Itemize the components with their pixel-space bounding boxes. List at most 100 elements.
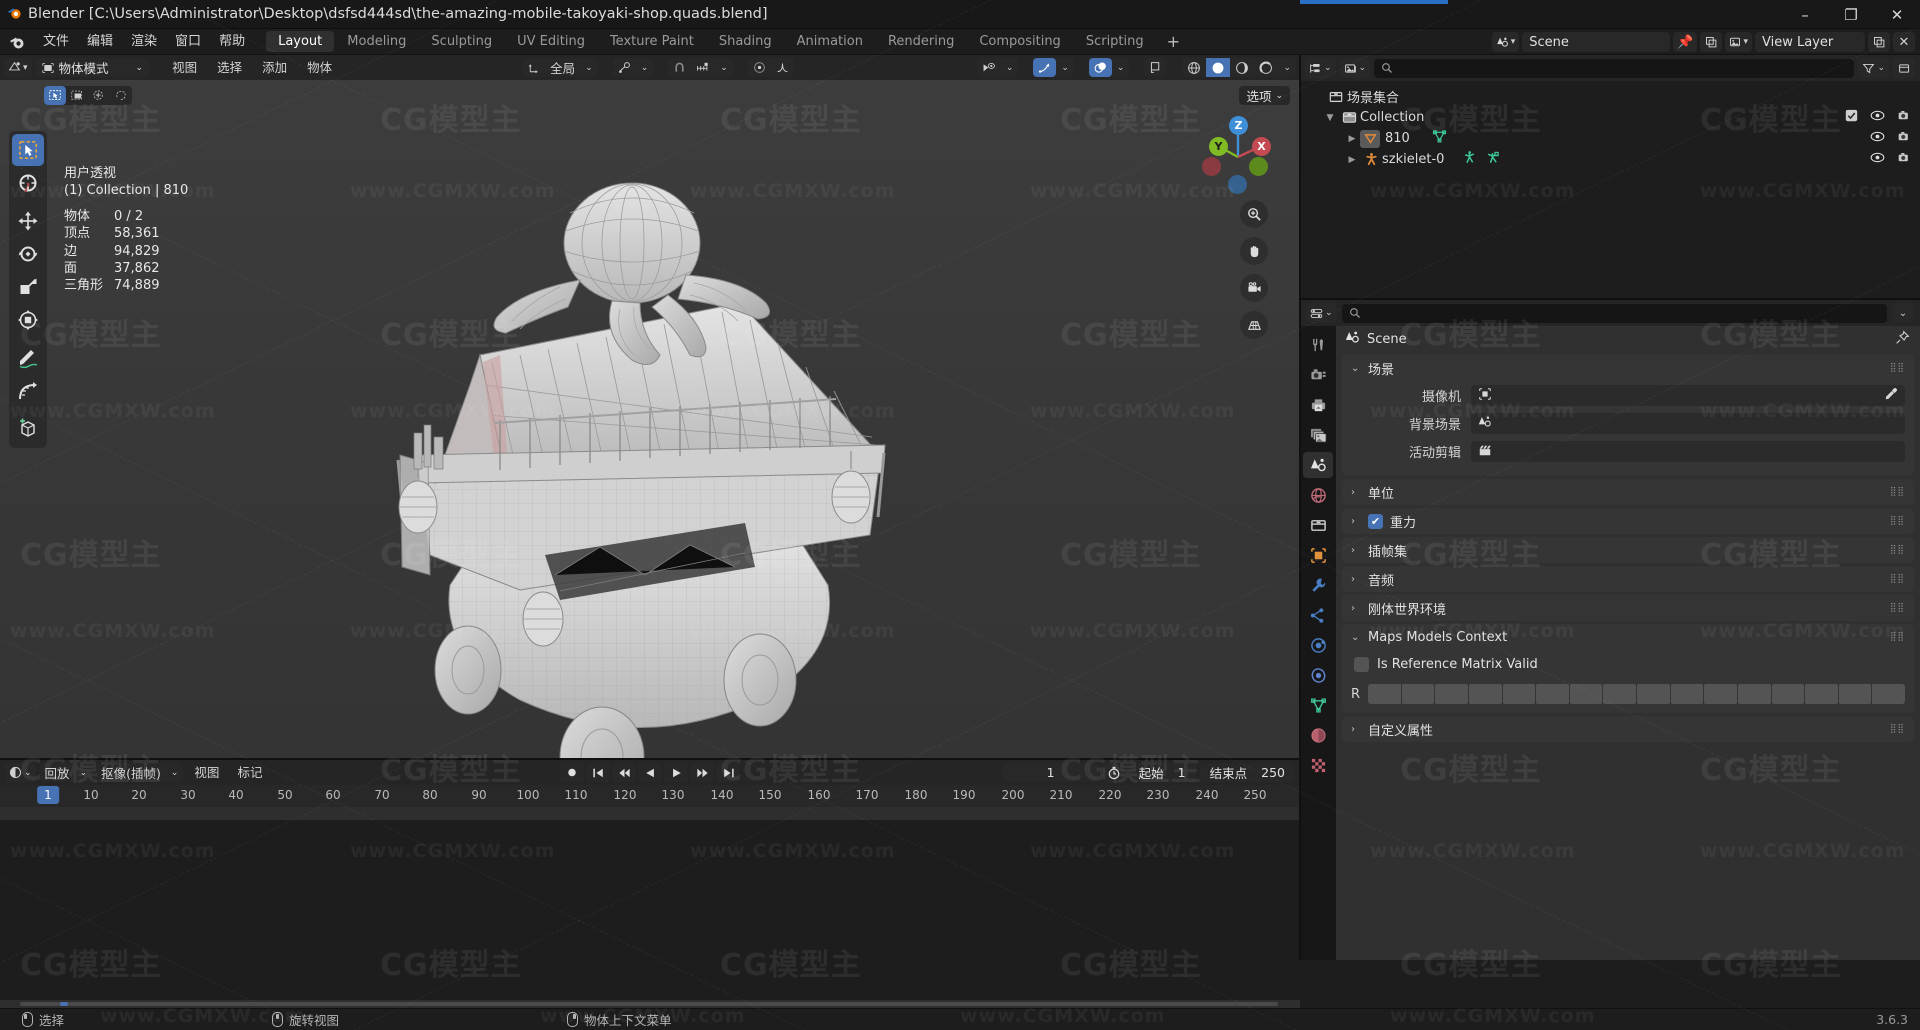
properties-tab-column[interactable] [1300,326,1336,960]
visibility-icon[interactable] [977,58,1001,77]
matrix-cell[interactable] [1838,684,1872,704]
matrix-cell[interactable] [1401,684,1435,704]
viewport-nav-buttons[interactable] [1240,200,1268,339]
texture-tab[interactable] [1303,752,1333,778]
overlays-group[interactable]: ⌄ [1088,58,1130,77]
panel-grip[interactable]: ⣿⣿ [1890,545,1905,554]
timeline-menu-view[interactable]: 视图 [187,763,226,782]
matrix-cell[interactable] [1435,684,1468,704]
eye-visibility-icon[interactable] [1870,151,1885,168]
gizmo-axis-neg-y[interactable] [1249,157,1268,176]
snapping-pivot-icon[interactable] [613,58,636,77]
field-camera[interactable]: 摄像机 [1351,383,1905,408]
outliner-row-810[interactable]: ▶ 810 [1300,128,1920,149]
reference-matrix-cells[interactable] [1368,684,1905,704]
is-reference-matrix-valid-checkbox[interactable] [1354,656,1369,672]
transform-tool[interactable] [12,304,44,336]
timeline-menu-marker[interactable]: 标记 [230,763,269,782]
collection-tab[interactable] [1303,512,1333,538]
panel-grip[interactable]: ⣿⣿ [1890,603,1905,612]
magnet-group[interactable]: ⌄ [668,58,733,77]
camera-view-icon[interactable] [1240,274,1268,302]
matrix-cell[interactable] [1468,684,1502,704]
outliner-editor[interactable]: ⌄ ⌄ ⌄ 场景集合 ▼ Collection ▶ 810 ▶ szkielet… [1300,55,1920,300]
panel-grip[interactable]: ⣿⣿ [1890,724,1905,733]
chevron-right-icon[interactable]: › [1351,516,1361,527]
lasso-select-icon[interactable] [110,86,132,105]
outliner-new-collection-icon[interactable] [1893,58,1915,78]
gizmo-axis-x[interactable]: X [1252,137,1271,156]
chevron-right-icon[interactable]: › [1351,724,1361,735]
background-scene-field-control[interactable] [1471,413,1905,434]
panel-scene[interactable]: ⌄ 场景 ⣿⣿ 摄像机 背景场景 活动剪辑 [1342,355,1914,476]
outliner-szkielet-toggles[interactable] [1870,151,1912,168]
rotate-tool[interactable] [12,238,44,270]
overlays-icon[interactable] [1088,58,1112,77]
next-keyframe-button[interactable] [690,763,714,782]
panel-grip[interactable]: ⣿⣿ [1890,487,1905,496]
keying-dropdown[interactable]: 抠像(插帧) ⌄ [96,763,184,782]
armature-data-icon[interactable] [1485,150,1500,169]
timeline-ruler[interactable]: 1 10 20 30 40 50 60 70 80 90 100 110 120… [0,785,1300,807]
gizmo-axis-neg-x[interactable] [1202,157,1221,176]
timeline-horizontal-scrollbar[interactable] [0,1000,1300,1008]
panel-rigid-body-world[interactable]: › 刚体世界环境 ⣿⣿ [1342,595,1914,621]
view-layer-name-field[interactable]: View Layer [1755,32,1865,52]
pin-scene-icon[interactable]: 📌 [1673,32,1698,52]
playhead[interactable]: 1 [37,786,59,804]
panel-gravity[interactable]: › ✔ 重力 ⣿⣿ [1342,508,1914,534]
panel-scene-body[interactable]: 摄像机 背景场景 活动剪辑 [1342,381,1914,476]
pose-icon[interactable] [1462,150,1477,169]
matrix-cell[interactable] [1771,684,1805,704]
viewport-menu-select[interactable]: 选择 [209,58,250,77]
active-clip-field-control[interactable] [1471,441,1905,462]
3d-viewport[interactable]: ▾ 物体模式 ⌄ 视图 选择 添加 物体 全局 ⌄ ⌄ ⌄ ⌄ ⌄ ⌄ ⌄ 用户… [0,55,1300,760]
new-scene-icon[interactable] [1700,32,1723,52]
cursor-tool[interactable] [12,167,44,199]
is-reference-matrix-valid-row[interactable]: Is Reference Matrix Valid [1351,652,1905,676]
menu-help[interactable]: 帮助 [210,29,254,55]
mesh-triangle-icon[interactable] [1432,129,1447,148]
hand-pan-icon[interactable] [1240,237,1268,265]
panel-maps-models-context-body[interactable]: Is Reference Matrix Valid R [1342,650,1914,713]
start-frame-value[interactable]: 1 [1178,765,1186,780]
matrix-cell[interactable] [1704,684,1737,704]
jump-to-end-button[interactable] [716,763,740,782]
proportional-edit-icon[interactable] [748,58,771,77]
panel-audio[interactable]: › 音频 ⣿⣿ [1342,566,1914,592]
gravity-checkbox[interactable]: ✔ [1368,513,1383,529]
xray-icon[interactable] [1144,58,1167,77]
camera-render-visibility-icon[interactable] [1897,151,1912,168]
select-mode-strip[interactable] [44,86,132,105]
panel-units[interactable]: › 单位 ⣿⣿ [1342,479,1914,505]
panel-maps-models-context-header[interactable]: ⌄ Maps Models Context ⣿⣿ [1342,624,1914,650]
add-workspace-button[interactable]: + [1157,31,1190,52]
snap-to-icon[interactable] [691,58,715,77]
frame-range-field[interactable]: 起始 1 [1128,763,1196,782]
outliner-row-collection[interactable]: ▼ Collection [1300,107,1920,128]
chevron-right-icon[interactable]: › [1351,603,1361,614]
panel-custom-properties-header[interactable]: › 自定义属性 ⣿⣿ [1342,716,1914,742]
matrix-cell[interactable] [1637,684,1670,704]
menu-window[interactable]: 窗口 [166,29,210,55]
panel-gravity-header[interactable]: › ✔ 重力 ⣿⣿ [1342,508,1914,534]
matrix-cell[interactable] [1670,684,1704,704]
stopwatch-icon[interactable] [1102,762,1125,783]
panel-rigid-body-world-header[interactable]: › 刚体世界环境 ⣿⣿ [1342,595,1914,621]
visibility-chevron-icon[interactable]: ⌄ [1001,58,1019,77]
outliner-row-toggles[interactable] [1845,109,1912,126]
end-frame-value[interactable]: 250 [1261,765,1285,780]
panel-custom-properties[interactable]: › 自定义属性 ⣿⣿ [1342,716,1914,742]
scene-tab[interactable] [1303,452,1333,478]
panel-keying-sets-header[interactable]: › 插帧集 ⣿⣿ [1342,537,1914,563]
gizmo-chevron-icon[interactable]: ⌄ [1056,58,1074,77]
modifier-tab[interactable] [1303,572,1333,598]
toggle-ortho-icon[interactable] [1240,311,1268,339]
add-cube-tool[interactable] [12,413,44,445]
interaction-mode-dropdown[interactable]: 物体模式 ⌄ [35,58,150,77]
render-tab[interactable] [1303,362,1333,388]
falloff-curve-icon[interactable] [771,58,794,77]
matrix-cell[interactable] [1368,684,1401,704]
panel-grip[interactable]: ⣿⣿ [1890,363,1905,372]
gizmo-axis-neg-z[interactable] [1228,175,1247,194]
